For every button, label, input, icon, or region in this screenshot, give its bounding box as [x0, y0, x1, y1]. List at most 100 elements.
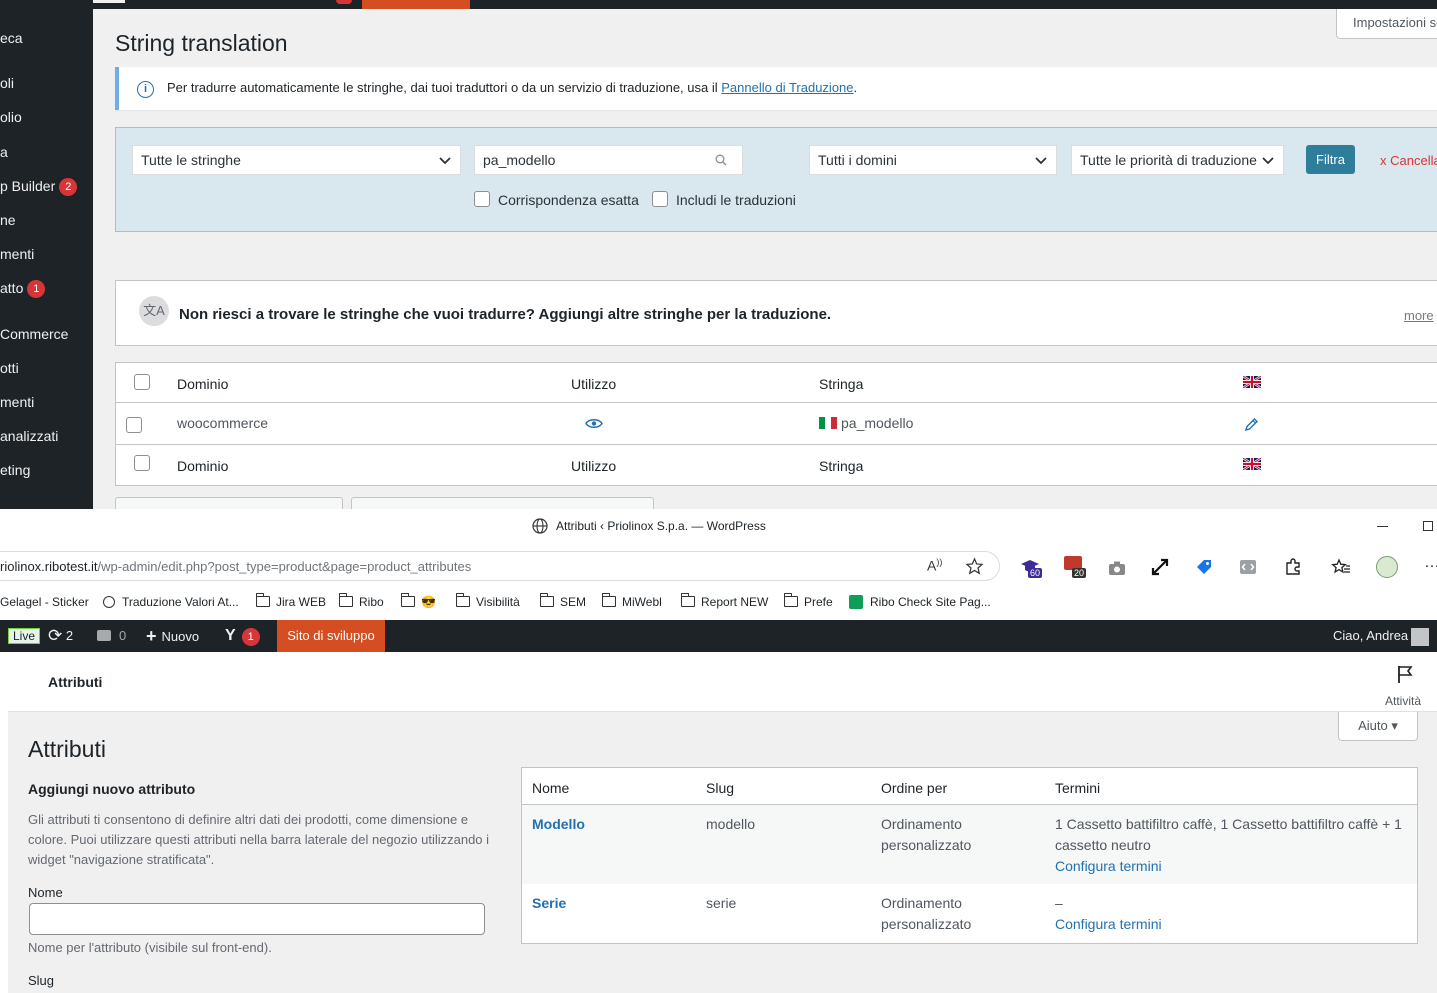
bookmark-folder[interactable]: 😎: [401, 593, 436, 609]
bookmark-item[interactable]: Traduzione Valori At...: [103, 595, 239, 609]
bookmark-folder[interactable]: MiWebl: [602, 593, 662, 609]
account-greeting[interactable]: Ciao, Andrea: [1333, 620, 1408, 652]
attribute-order: Ordinamento personalizzato: [881, 895, 972, 932]
flag-icon[interactable]: [1396, 664, 1414, 684]
row-domain: woocommerce: [177, 415, 269, 431]
puzzle-extensions-icon[interactable]: [1283, 557, 1303, 577]
eye-icon[interactable]: [585, 417, 603, 430]
pencil-edit-icon[interactable]: [1244, 417, 1259, 432]
breadcrumb: Attributi: [48, 674, 103, 690]
more-link[interactable]: more: [1404, 308, 1434, 323]
extension-calendar-icon[interactable]: 20: [1064, 556, 1087, 578]
info-notice: i Per tradurre automaticamente le string…: [115, 67, 1437, 110]
bookmark-folder[interactable]: SEM: [540, 593, 586, 609]
column-domain[interactable]: Dominio: [177, 376, 228, 392]
include-translations-checkbox[interactable]: [652, 191, 668, 207]
sidebar-item[interactable]: otti: [0, 357, 19, 379]
bookmark-item[interactable]: Gelagel - Sticker: [0, 595, 89, 609]
page-title: String translation: [115, 30, 288, 56]
configure-terms-link[interactable]: Configura termini: [1055, 914, 1162, 935]
sidebar-item[interactable]: p Builder 2: [0, 175, 78, 197]
sidebar-item[interactable]: olio: [0, 106, 22, 128]
extension-graduation-icon[interactable]: 60: [1020, 556, 1043, 578]
column-usage: Utilizzo: [571, 458, 617, 474]
name-input[interactable]: [29, 903, 485, 935]
column-string[interactable]: Stringa: [819, 376, 863, 392]
new-content-item[interactable]: + Nuovo: [146, 620, 199, 652]
window-title: Attributi ‹ Priolinox S.p.a. — WordPress: [556, 519, 766, 533]
yoast-item[interactable]: Y1: [225, 620, 260, 652]
browser-window: Attributi ‹ Priolinox S.p.a. — WordPress…: [0, 509, 1437, 993]
bookmark-folder[interactable]: Report NEW: [681, 593, 768, 609]
sidebar-item[interactable]: Commerce: [0, 323, 68, 345]
bookmark-item[interactable]: Ribo Check Site Pag...: [849, 595, 991, 609]
bookmark-folder[interactable]: Prefe: [784, 593, 833, 609]
cancel-filter-link[interactable]: x Cancella: [1380, 153, 1437, 168]
read-aloud-icon[interactable]: A)): [927, 557, 942, 574]
search-input[interactable]: pa_modello: [474, 145, 743, 175]
page-title: Attributi: [28, 736, 106, 762]
minimize-icon[interactable]: [1377, 526, 1388, 527]
favorites-icon[interactable]: [1331, 557, 1351, 577]
maximize-icon[interactable]: [1423, 521, 1433, 531]
sidebar-badge: 2: [59, 178, 78, 196]
dev-site-item[interactable]: Sito di sviluppo: [277, 620, 385, 652]
address-bar[interactable]: riolinox.ribotest.it/wp-admin/edit.php?p…: [0, 551, 1000, 581]
sidebar-item[interactable]: atto 1: [0, 277, 46, 299]
yoast-icon: Y: [225, 627, 236, 644]
help-button[interactable]: Aiuto ▾: [1338, 712, 1418, 741]
live-badge[interactable]: Live: [8, 628, 41, 644]
code-extension-icon[interactable]: [1238, 557, 1258, 577]
sidebar-item[interactable]: eting: [0, 459, 30, 481]
bookmark-folder[interactable]: Jira WEB: [256, 593, 326, 609]
translation-dashboard-link[interactable]: Pannello di Traduzione: [721, 80, 853, 95]
window-title-bar: Attributi ‹ Priolinox S.p.a. — WordPress: [0, 509, 1437, 545]
slug-label: Slug: [28, 973, 55, 988]
sidebar-item[interactable]: oli: [0, 72, 14, 94]
select-all-checkbox[interactable]: [134, 374, 150, 390]
profile-avatar[interactable]: [1376, 556, 1398, 578]
favorite-star-icon[interactable]: [965, 557, 984, 576]
comments-item[interactable]: 0: [97, 620, 126, 652]
bookmark-folder[interactable]: Ribo: [339, 593, 384, 609]
select-all-checkbox[interactable]: [134, 455, 150, 471]
sidebar-badge: 1: [27, 280, 46, 298]
folder-icon: [339, 593, 353, 607]
camera-icon[interactable]: [1107, 558, 1127, 578]
screen-options-button[interactable]: Impostazioni sc: [1336, 9, 1437, 39]
more-menu-icon[interactable]: …: [1424, 554, 1437, 572]
table-row: woocommerce pa_modello: [116, 403, 1437, 445]
attribute-terms: 1 Cassetto battifiltro caffè, 1 Cassetto…: [1055, 816, 1402, 853]
chevron-down-icon: [1035, 157, 1047, 165]
bookmark-folder[interactable]: Visibilità: [456, 593, 520, 609]
expand-icon[interactable]: [1150, 557, 1170, 577]
tag-extension-icon[interactable]: [1194, 557, 1214, 577]
user-avatar[interactable]: [1411, 628, 1429, 646]
admin-bar-dev-site-fragment[interactable]: [362, 0, 470, 9]
updates-item[interactable]: ⟳ 2: [48, 620, 73, 652]
attribute-name-link[interactable]: Serie: [532, 893, 566, 914]
configure-terms-link[interactable]: Configura termini: [1055, 856, 1162, 877]
domains-select[interactable]: Tutti i domini: [809, 145, 1057, 175]
sidebar-item[interactable]: ne: [0, 209, 16, 231]
row-checkbox[interactable]: [126, 417, 142, 433]
sheets-icon: [849, 595, 863, 609]
priority-select[interactable]: Tutte le priorità di traduzione: [1071, 145, 1284, 175]
globe-icon: [532, 518, 548, 534]
column-order: Ordine per: [881, 780, 948, 796]
strings-select[interactable]: Tutte le stringhe: [132, 145, 461, 175]
uk-flag-icon: [1243, 376, 1261, 388]
column-string[interactable]: Stringa: [819, 458, 863, 474]
sidebar-item[interactable]: menti: [0, 243, 34, 265]
filter-button[interactable]: Filtra: [1306, 145, 1355, 174]
exact-match-checkbox[interactable]: [474, 191, 490, 207]
sidebar-item[interactable]: menti: [0, 391, 34, 413]
sidebar-item[interactable]: analizzati: [0, 425, 58, 447]
sidebar-item[interactable]: eca: [0, 27, 23, 49]
sidebar-item[interactable]: a: [0, 141, 8, 163]
include-translations-label: Includi le traduzioni: [676, 192, 796, 208]
plus-icon: +: [146, 626, 157, 646]
column-domain[interactable]: Dominio: [177, 458, 228, 474]
attribute-name-link[interactable]: Modello: [532, 814, 585, 835]
activity-button[interactable]: Attività: [1385, 694, 1421, 708]
